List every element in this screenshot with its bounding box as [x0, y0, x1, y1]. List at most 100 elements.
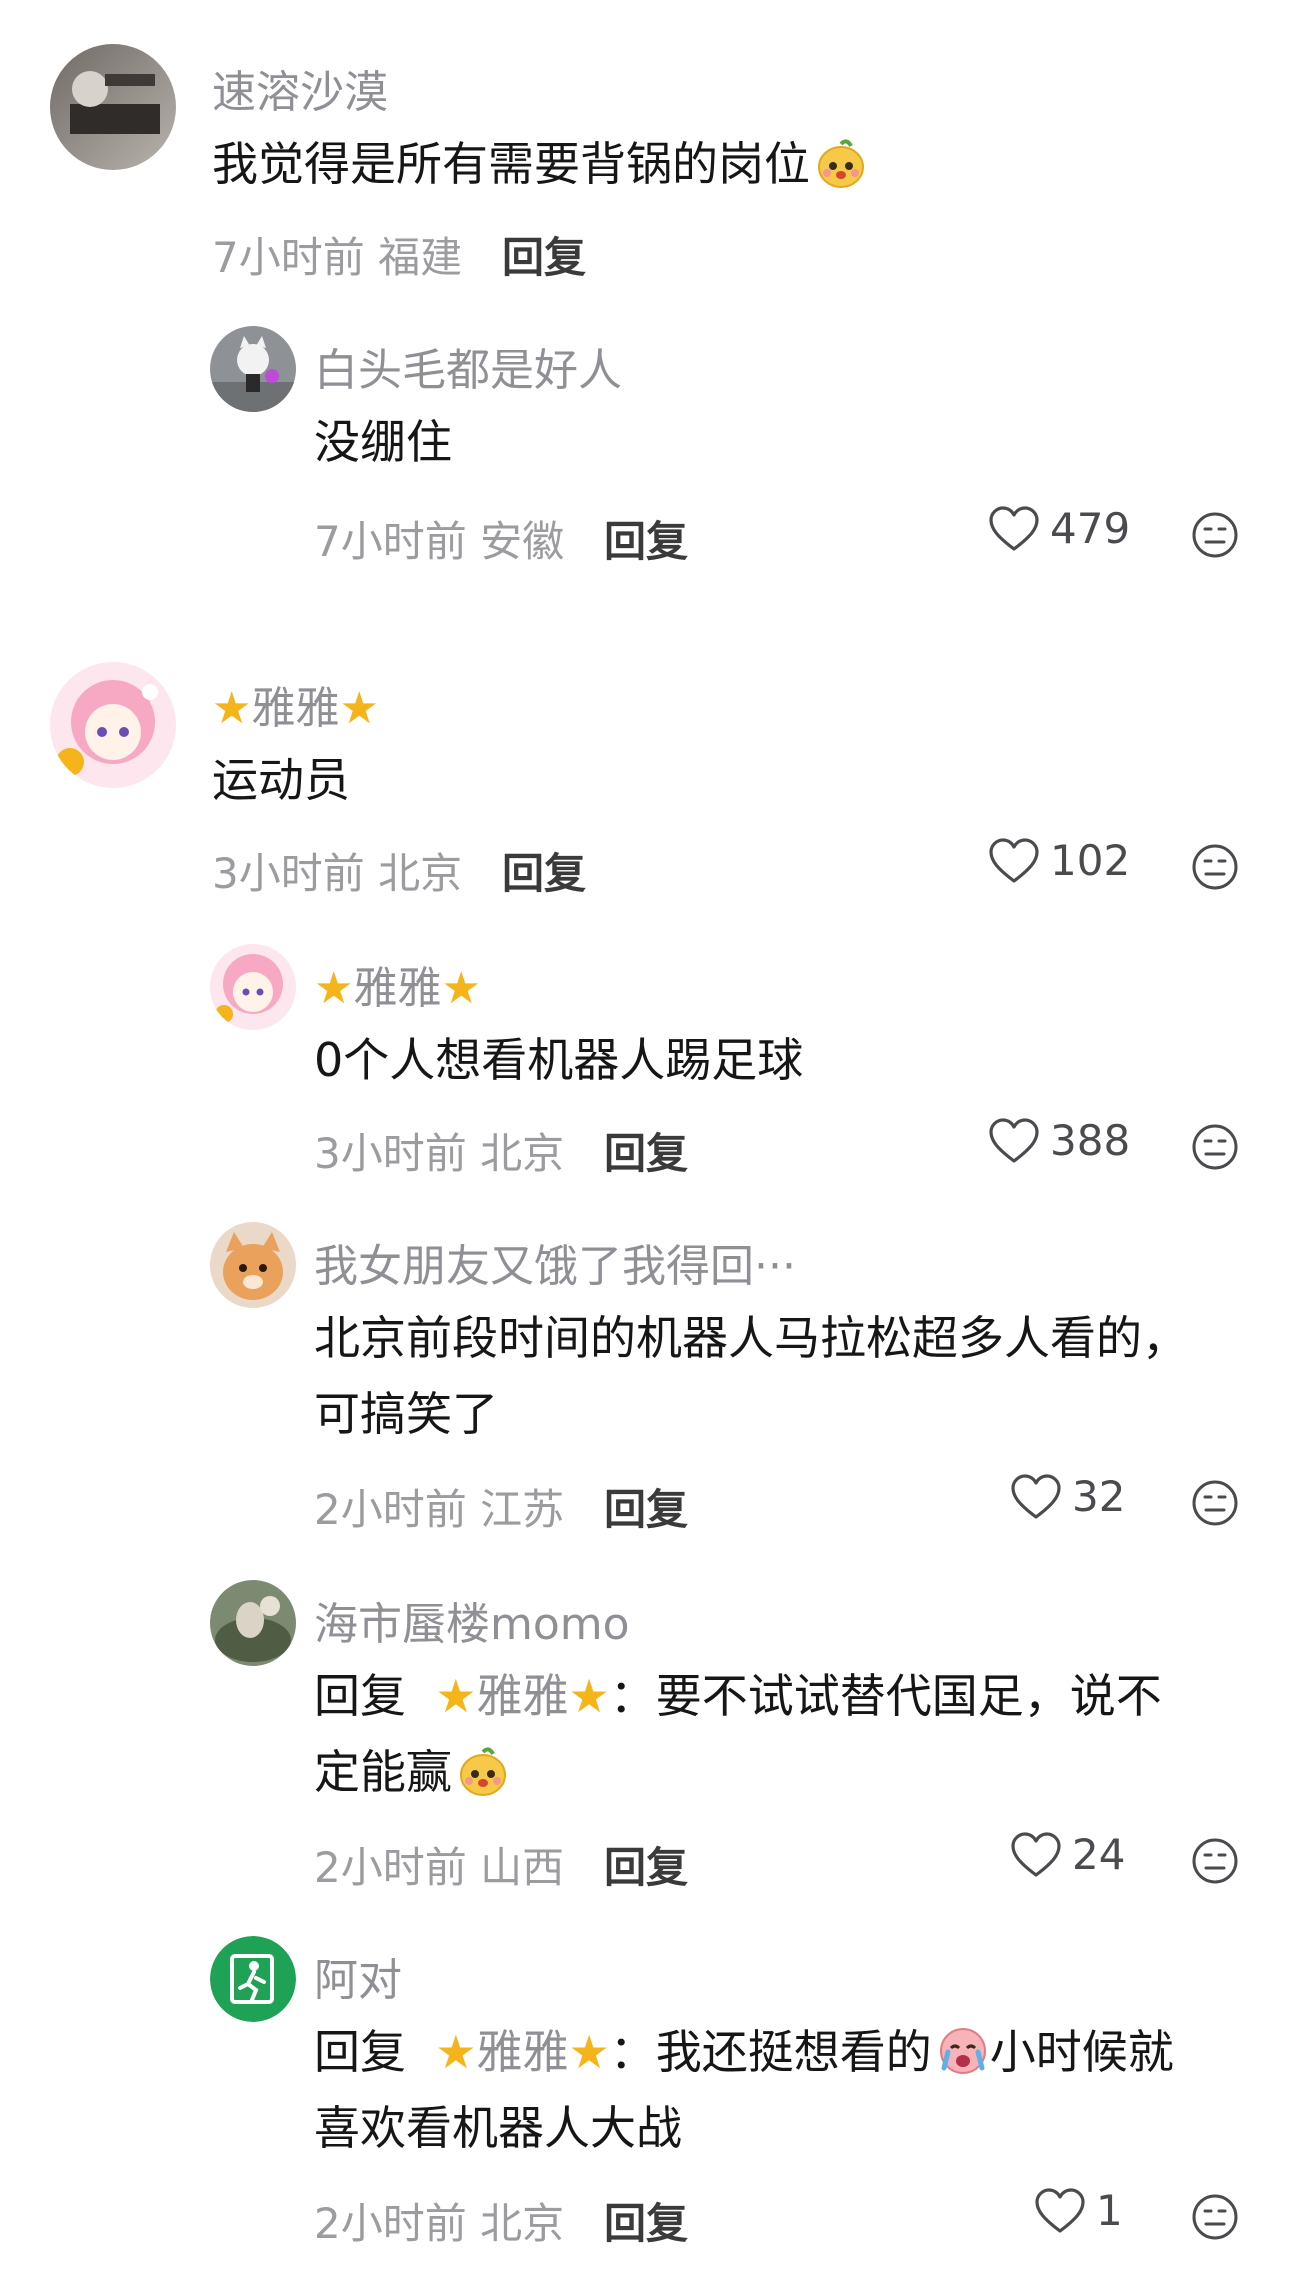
location: 北京 — [378, 849, 463, 898]
username[interactable]: 阿对 — [314, 1944, 402, 2008]
comment-text: 没绷住 — [314, 415, 452, 469]
like-count: 1 — [1096, 2186, 1123, 2235]
avatar[interactable] — [50, 662, 176, 788]
comment-text-body: ：要不试试替代国足，说不 — [609, 1669, 1162, 1723]
comment-text-line: 回复 ★雅雅★：要不试试替代国足，说不 — [314, 1658, 1162, 1734]
comment-meta: 7小时前 福建 — [212, 224, 462, 285]
timestamp: 3小时前 — [314, 1129, 467, 1178]
star-icon: ★ — [314, 963, 354, 1014]
timestamp: 2小时前 — [314, 1843, 467, 1892]
timestamp: 2小时前 — [314, 1485, 467, 1534]
username-text: 雅雅 — [353, 963, 442, 1014]
username[interactable]: ★雅雅★ — [212, 672, 379, 736]
comment-meta: 7小时前 安徽 — [314, 508, 564, 569]
heart-icon — [1011, 1831, 1061, 1877]
comment-text: 运动员 — [212, 753, 350, 807]
comment-meta: 2小时前 北京 — [314, 2190, 564, 2251]
username[interactable]: 我女朋友又饿了我得回··· — [314, 1230, 796, 1294]
emoji-reaction-icon[interactable] — [1190, 842, 1240, 892]
like-count: 32 — [1072, 1472, 1126, 1521]
location: 山西 — [480, 1843, 565, 1892]
location: 福建 — [378, 233, 463, 282]
comment-text: 回复 ★雅雅★：要不试试替代国足，说不 定能赢 — [314, 1658, 1162, 1810]
comment-text: 北京前段时间的机器人马拉松超多人看的， 可搞笑了 — [314, 1300, 1188, 1452]
like-button[interactable]: 479 — [988, 504, 1130, 553]
heart-icon — [989, 1117, 1039, 1163]
heart-icon — [989, 505, 1039, 551]
comment-text-line: 北京前段时间的机器人马拉松超多人看的， — [314, 1311, 1188, 1365]
comment-text-body: ：我还挺想看的 — [609, 2025, 932, 2079]
reply-prefix: 回复 — [314, 1669, 406, 1723]
username[interactable]: 白头毛都是好人 — [314, 334, 622, 398]
emoji-reaction-icon[interactable] — [1190, 1836, 1240, 1886]
comment-meta: 2小时前 山西 — [314, 1834, 564, 1895]
comment-text: 0个人想看机器人踢足球 — [314, 1033, 804, 1087]
like-count: 388 — [1050, 1116, 1131, 1165]
location: 北京 — [480, 2199, 565, 2248]
comment-thread: 速溶沙漠 我觉得是所有需要背锅的岗位 7小时前 福建 回复 白头毛都是好人 没绷… — [0, 0, 1310, 2280]
heart-icon — [989, 837, 1039, 883]
star-icon: ★ — [339, 683, 379, 734]
comment-text-body: 我觉得是所有需要背锅的岗位 — [212, 137, 810, 191]
avatar[interactable] — [210, 1222, 296, 1308]
reply-button[interactable]: 回复 — [604, 508, 688, 569]
pear-emoji-icon — [818, 139, 864, 188]
star-icon: ★ — [568, 1669, 610, 1723]
comment-text-line: 可搞笑了 — [314, 1387, 498, 1441]
star-icon: ★ — [568, 2025, 610, 2079]
reply-button[interactable]: 回复 — [604, 1120, 688, 1181]
avatar[interactable] — [210, 944, 296, 1030]
like-button[interactable]: 24 — [1010, 1830, 1125, 1879]
timestamp: 2小时前 — [314, 2199, 467, 2248]
comment-text: 我觉得是所有需要背锅的岗位 — [212, 126, 868, 202]
comment-text-line: 回复 ★雅雅★：我还挺想看的 小时候就 — [314, 2014, 1174, 2090]
star-icon: ★ — [435, 1669, 477, 1723]
username-text: 雅雅 — [251, 683, 340, 734]
comment-text-line: 定能赢 — [314, 1734, 1162, 1810]
emoji-reaction-icon[interactable] — [1190, 1122, 1240, 1172]
timestamp: 7小时前 — [212, 233, 365, 282]
comment-meta: 3小时前 北京 — [314, 1120, 564, 1181]
reply-button[interactable]: 回复 — [604, 1834, 688, 1895]
comment-text-body: 定能赢 — [314, 1745, 452, 1799]
comment-text-line: 喜欢看机器人大战 — [314, 2101, 682, 2155]
timestamp: 7小时前 — [314, 517, 467, 566]
avatar[interactable] — [210, 326, 296, 412]
like-count: 102 — [1050, 836, 1131, 885]
mentioned-user-name: 雅雅 — [476, 2025, 569, 2079]
reply-button[interactable]: 回复 — [604, 1476, 688, 1537]
comment-meta: 3小时前 北京 — [212, 840, 462, 901]
pear-emoji-icon — [460, 1747, 506, 1796]
emoji-reaction-icon[interactable] — [1190, 1478, 1240, 1528]
emoji-reaction-icon[interactable] — [1190, 510, 1240, 560]
location: 北京 — [480, 1129, 565, 1178]
username[interactable]: ★雅雅★ — [314, 952, 481, 1016]
reply-button[interactable]: 回复 — [502, 224, 586, 285]
location: 安徽 — [480, 517, 565, 566]
like-button[interactable]: 102 — [988, 836, 1130, 885]
like-count: 24 — [1072, 1830, 1126, 1879]
comment-text: 回复 ★雅雅★：我还挺想看的 小时候就 喜欢看机器人大战 — [314, 2014, 1174, 2166]
like-count: 479 — [1050, 504, 1131, 553]
like-button[interactable]: 32 — [1010, 1472, 1125, 1521]
username[interactable]: 海市蜃楼momo — [314, 1588, 630, 1652]
emoji-reaction-icon[interactable] — [1190, 2192, 1240, 2242]
like-button[interactable]: 1 — [1034, 2186, 1123, 2235]
star-icon: ★ — [212, 683, 252, 734]
avatar[interactable] — [210, 1936, 296, 2022]
reply-prefix: 回复 — [314, 2025, 406, 2079]
location: 江苏 — [480, 1485, 565, 1534]
heart-icon — [1035, 2187, 1085, 2233]
reply-button[interactable]: 回复 — [502, 840, 586, 901]
username[interactable]: 速溶沙漠 — [212, 56, 388, 120]
avatar[interactable] — [50, 44, 176, 170]
reply-button[interactable]: 回复 — [604, 2190, 688, 2251]
crying-emoji-icon — [939, 2028, 986, 2074]
mentioned-user[interactable]: ★雅雅★ — [435, 2025, 610, 2079]
like-button[interactable]: 388 — [988, 1116, 1130, 1165]
mentioned-user-name: 雅雅 — [476, 1669, 569, 1723]
timestamp: 3小时前 — [212, 849, 365, 898]
comment-text-body: 小时候就 — [989, 2025, 1174, 2079]
mentioned-user[interactable]: ★雅雅★ — [435, 1669, 610, 1723]
avatar[interactable] — [210, 1580, 296, 1666]
